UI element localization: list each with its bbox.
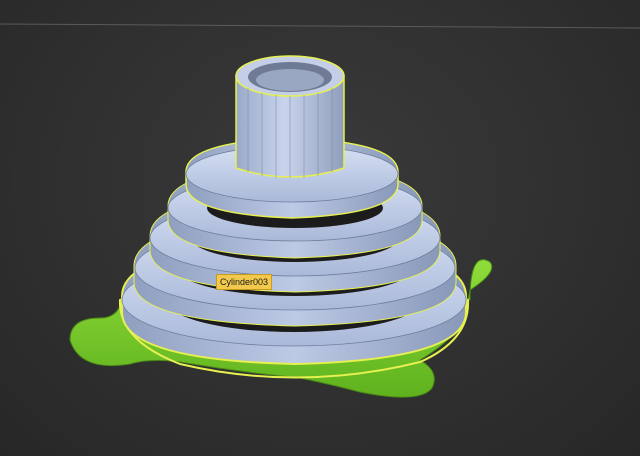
viewport-canvas[interactable] [0,0,640,456]
object-name-tooltip: Cylinder003 [216,274,273,290]
central-tube[interactable] [235,55,345,178]
horizon-line [0,23,640,29]
3d-viewport[interactable]: Cylinder003 [0,0,640,456]
